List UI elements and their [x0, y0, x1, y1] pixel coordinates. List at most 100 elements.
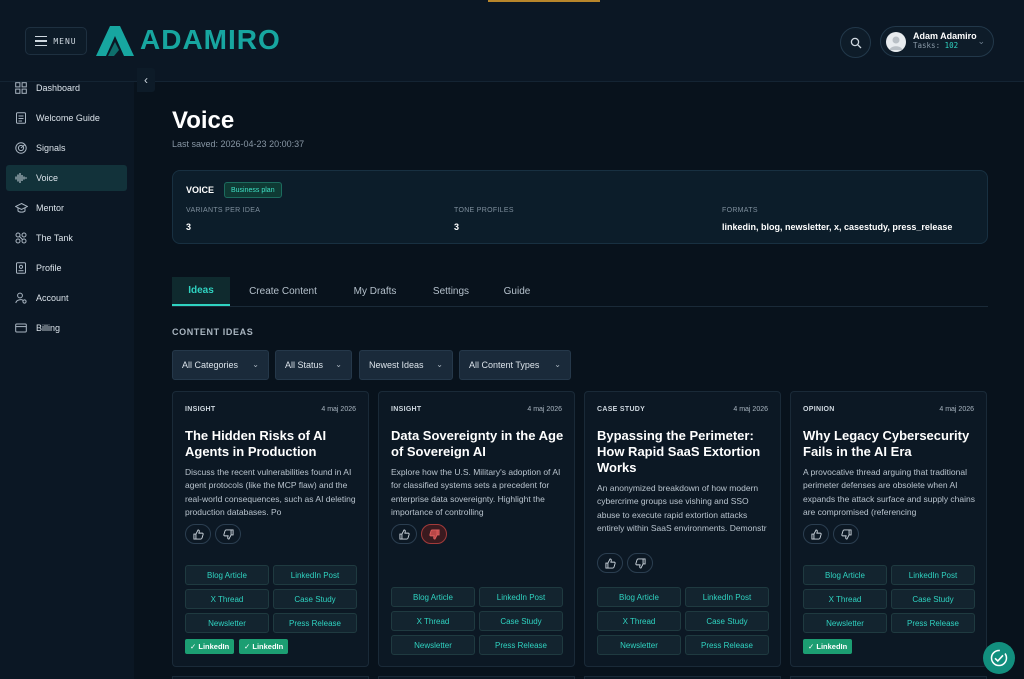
thumbs-down-icon [428, 528, 440, 540]
sidebar-item-profile[interactable]: Profile [6, 255, 127, 281]
tab-ideas[interactable]: Ideas [172, 277, 230, 306]
thumbs-down-button[interactable] [627, 553, 653, 573]
generated-badge[interactable]: ✓ LinkedIn [239, 639, 289, 654]
logo[interactable]: ADAMIRO [94, 22, 281, 58]
thumbs-up-icon [604, 557, 616, 569]
stat-label-variants: VARIANTS PER IDEA [186, 207, 261, 214]
user-avatar-icon [889, 36, 903, 50]
format-linkedin-post-button[interactable]: LinkedIn Post [685, 587, 769, 607]
hamburger-icon [35, 35, 48, 47]
idea-card[interactable]: INSIGHT 4 maj 2026 The Hidden Risks of A… [172, 391, 369, 667]
format-x-thread-button[interactable]: X Thread [185, 589, 269, 609]
card-date: 4 maj 2026 [527, 406, 562, 413]
tab-settings[interactable]: Settings [422, 277, 480, 306]
sidebar-item-label: The Tank [36, 233, 73, 243]
menu-button[interactable]: MENU [25, 27, 87, 55]
card-date: 4 maj 2026 [939, 406, 974, 413]
logo-text: ADAMIRO [140, 24, 281, 55]
format-blog-article-button[interactable]: Blog Article [803, 565, 887, 585]
thumbs-up-button[interactable] [803, 524, 829, 544]
format-case-study-button[interactable]: Case Study [891, 589, 975, 609]
assistant-button[interactable] [983, 642, 1015, 674]
format-blog-article-button[interactable]: Blog Article [597, 587, 681, 607]
tab-create-content[interactable]: Create Content [238, 277, 328, 306]
check-badge-icon [990, 649, 1008, 667]
search-button[interactable] [840, 27, 871, 58]
sidebar-item-signals[interactable]: Signals [6, 135, 127, 161]
generated-badge[interactable]: ✓ LinkedIn [803, 639, 853, 654]
card-description: Discuss the recent vulnerabilities found… [185, 467, 356, 518]
sidebar-item-label: Welcome Guide [36, 113, 100, 123]
network-icon [14, 231, 28, 245]
format-x-thread-button[interactable]: X Thread [391, 611, 475, 631]
format-case-study-button[interactable]: Case Study [479, 611, 563, 631]
sidebar-item-billing[interactable]: Billing [6, 315, 127, 341]
filter-categories[interactable]: All Categories ⌄ [172, 350, 269, 380]
format-case-study-button[interactable]: Case Study [685, 611, 769, 631]
card-title: Data Sovereignty in the Age of Sovereign… [391, 428, 564, 459]
thumbs-down-button[interactable] [215, 524, 241, 544]
filter-status[interactable]: All Status ⌄ [275, 350, 352, 380]
card-title: Bypassing the Perimeter: How Rapid SaaS … [597, 428, 761, 475]
format-blog-article-button[interactable]: Blog Article [185, 565, 269, 585]
thumbs-up-button[interactable] [185, 524, 211, 544]
idea-card[interactable]: CASE STUDY 4 maj 2026 Bypassing the Peri… [584, 391, 781, 667]
format-newsletter-button[interactable]: Newsletter [597, 635, 681, 655]
sidebar-item-welcome-guide[interactable]: Welcome Guide [6, 105, 127, 131]
tab-my-drafts[interactable]: My Drafts [340, 277, 410, 306]
sidebar-item-label: Mentor [36, 203, 65, 213]
generated-badge[interactable]: ✓ LinkedIn [185, 639, 235, 654]
user-menu[interactable]: Adam Adamiro Tasks: 102 ⌄ [880, 26, 994, 57]
format-case-study-button[interactable]: Case Study [273, 589, 357, 609]
chevron-down-icon: ⌄ [436, 360, 443, 369]
format-newsletter-button[interactable]: Newsletter [185, 613, 269, 633]
thumbs-down-button[interactable] [421, 524, 447, 544]
sidebar-item-label: Dashboard [36, 83, 81, 93]
format-linkedin-post-button[interactable]: LinkedIn Post [891, 565, 975, 585]
sidebar-item-voice[interactable]: Voice [6, 165, 127, 191]
format-press-release-button[interactable]: Press Release [273, 613, 357, 633]
thumbs-down-icon [634, 557, 646, 569]
format-newsletter-button[interactable]: Newsletter [391, 635, 475, 655]
filter-label: All Status [285, 360, 324, 370]
plan-card: VOICE Business plan VARIANTS PER IDEA 3 … [172, 170, 988, 244]
sidebar-item-label: Signals [36, 143, 66, 153]
thumbs-up-icon [398, 528, 410, 540]
logo-mark-icon [96, 26, 134, 56]
sidebar-item-dashboard[interactable]: Dashboard [6, 75, 127, 101]
format-linkedin-post-button[interactable]: LinkedIn Post [273, 565, 357, 585]
card-category: INSIGHT [391, 406, 422, 413]
filter-sort[interactable]: Newest Ideas ⌄ [359, 350, 453, 380]
format-press-release-button[interactable]: Press Release [479, 635, 563, 655]
profile-icon [14, 261, 28, 275]
grid-icon [14, 81, 28, 95]
stat-value-formats: linkedin, blog, newsletter, x, casestudy… [722, 222, 953, 232]
format-blog-article-button[interactable]: Blog Article [391, 587, 475, 607]
thumbs-up-button[interactable] [597, 553, 623, 573]
idea-card[interactable]: INSIGHT 4 maj 2026 Data Sovereignty in t… [378, 391, 575, 667]
format-press-release-button[interactable]: Press Release [891, 613, 975, 633]
tab-bar: Ideas Create Content My Drafts Settings … [172, 277, 988, 307]
filter-content-types[interactable]: All Content Types ⌄ [459, 350, 571, 380]
sidebar-item-label: Billing [36, 323, 61, 333]
format-press-release-button[interactable]: Press Release [685, 635, 769, 655]
sidebar-item-account[interactable]: Account [6, 285, 127, 311]
thumbs-up-button[interactable] [391, 524, 417, 544]
card-date: 4 maj 2026 [321, 406, 356, 413]
tab-guide[interactable]: Guide [492, 277, 542, 306]
format-x-thread-button[interactable]: X Thread [597, 611, 681, 631]
tasks-count: 102 [944, 41, 959, 51]
sidebar-item-mentor[interactable]: Mentor [6, 195, 127, 221]
format-newsletter-button[interactable]: Newsletter [803, 613, 887, 633]
card-title: The Hidden Risks of AI Agents in Product… [185, 428, 327, 459]
idea-card[interactable]: OPINION 4 maj 2026 Why Legacy Cybersecur… [790, 391, 987, 667]
search-icon [850, 37, 861, 48]
format-x-thread-button[interactable]: X Thread [803, 589, 887, 609]
chevron-down-icon: ⌄ [252, 360, 259, 369]
format-linkedin-post-button[interactable]: LinkedIn Post [479, 587, 563, 607]
filter-label: All Categories [182, 360, 239, 370]
sidebar-item-the-tank[interactable]: The Tank [6, 225, 127, 251]
thumbs-down-button[interactable] [833, 524, 859, 544]
avatar [886, 31, 906, 52]
card-category: OPINION [803, 406, 835, 413]
